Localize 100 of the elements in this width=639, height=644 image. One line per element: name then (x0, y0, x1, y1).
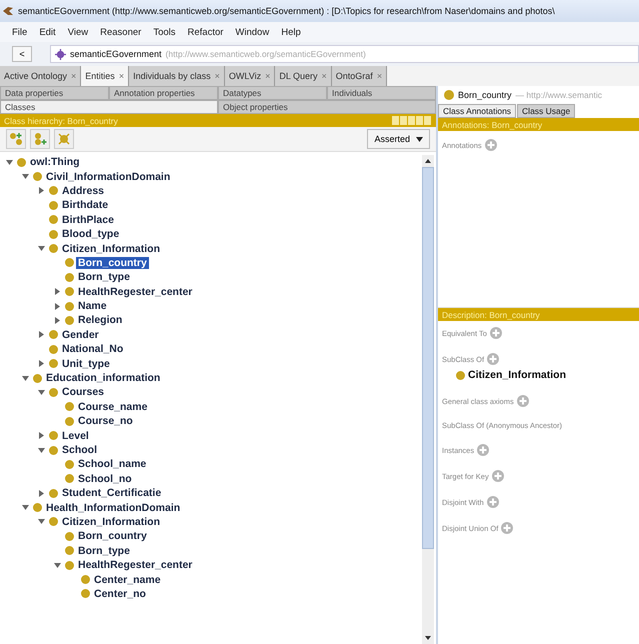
class-dot-icon (49, 200, 58, 210)
tree-item[interactable]: owl:Thing (28, 156, 82, 168)
class-dot-icon (65, 460, 74, 469)
tree-item[interactable]: Gender (60, 328, 101, 341)
tree-item[interactable]: School_name (76, 458, 148, 470)
expanded-arrow-icon[interactable] (38, 245, 45, 252)
tree-item[interactable]: Born_type (76, 544, 132, 557)
class-dot-icon (49, 488, 58, 498)
menu-item[interactable]: Tools (153, 26, 176, 38)
menu-item[interactable]: View (68, 26, 88, 38)
class-dot-icon (49, 446, 58, 454)
class-dot-icon (65, 316, 74, 325)
tree-item[interactable]: Student_Certificatie (60, 487, 164, 500)
entity-tab[interactable]: Object properties (218, 100, 436, 114)
expanded-arrow-icon[interactable] (38, 518, 45, 526)
ontology-address-field[interactable]: semanticEGovernment (http://www.semanticweb.org/semanticEGovernment) (50, 45, 639, 63)
tree-item[interactable]: Courses (60, 386, 106, 398)
menu-item[interactable]: Window (235, 26, 270, 38)
window-title: semanticEGovernment (http://www.semanticweb.org/semanticEGovernment) : [D:\Topics for research\from Naser\domains and photos\ (18, 6, 555, 16)
class-dot-icon (65, 302, 74, 311)
panel-header: Class hierarchy: Born_country (0, 114, 436, 127)
entity-tab[interactable]: Data properties (0, 86, 109, 100)
tree-item[interactable]: Civil_InformationDomain (44, 170, 172, 183)
class-dot-icon (65, 560, 74, 570)
tree-item[interactable]: School_no (76, 472, 134, 485)
class-dot-icon (81, 589, 90, 598)
tab[interactable]: Class Usage (517, 104, 576, 118)
entity-tab[interactable]: Annotation properties (109, 86, 218, 100)
class-dot-icon (456, 370, 465, 380)
entity-tab[interactable]: Individuals (327, 86, 436, 100)
tab[interactable]: OntoGraf × (332, 66, 388, 86)
tab[interactable]: DL Query × (275, 66, 332, 86)
tab[interactable]: OWLViz × (224, 66, 276, 86)
tree-item[interactable]: Citizen_Information (60, 516, 162, 528)
tree-item[interactable]: Level (60, 430, 91, 442)
tree-item[interactable]: Center_no (92, 588, 148, 600)
expanded-arrow-icon[interactable] (22, 173, 29, 180)
tab[interactable]: Class Annotations (438, 104, 516, 118)
tree-item[interactable]: Blood_type (60, 228, 122, 240)
menu-item[interactable]: Reasoner (100, 26, 142, 38)
class-dot-icon (65, 532, 74, 541)
superclass-item[interactable]: Citizen_Information (468, 369, 566, 381)
class-dot-icon (49, 517, 58, 526)
scrollbar[interactable] (422, 155, 434, 644)
expanded-arrow-icon[interactable] (22, 504, 29, 512)
tree-item[interactable]: HealthRegester_center (76, 559, 194, 572)
tree-item[interactable]: Name (76, 300, 109, 312)
tree-item[interactable]: Birthdate (60, 199, 110, 212)
collapsed-arrow-icon[interactable] (54, 288, 61, 296)
collapsed-arrow-icon[interactable] (54, 302, 61, 310)
tree-item[interactable]: Health_InformationDomain (44, 502, 182, 514)
collapsed-arrow-icon[interactable] (38, 432, 45, 440)
tab[interactable]: Active Ontology × (0, 66, 82, 86)
panel-header: Description: Born_country (438, 308, 639, 321)
tree-item[interactable]: Born_country (76, 530, 149, 542)
tree-item[interactable]: Education_information (44, 372, 162, 384)
class-dot-icon (49, 359, 58, 368)
collapsed-arrow-icon[interactable] (38, 490, 45, 497)
expanded-arrow-icon[interactable] (22, 374, 29, 382)
collapsed-arrow-icon[interactable] (38, 331, 45, 338)
class-dot-icon (49, 431, 58, 440)
tree-item[interactable]: Course_no (76, 415, 135, 428)
tree-item[interactable]: Center_name (92, 574, 163, 586)
expanded-arrow-icon[interactable] (6, 158, 13, 166)
collapsed-arrow-icon[interactable] (38, 187, 45, 194)
tree-item[interactable]: Born_type (76, 271, 132, 284)
back-button[interactable]: < (12, 46, 32, 62)
menu-item[interactable]: Edit (39, 26, 56, 38)
menu-item[interactable]: File (12, 26, 28, 38)
entity-tab[interactable]: Classes (0, 100, 218, 114)
tree-item[interactable]: School (60, 444, 100, 456)
entity-tab[interactable]: Datatypes (218, 86, 327, 100)
caret-icon (416, 136, 423, 142)
class-dot-icon (49, 186, 58, 196)
class-dot-icon (65, 287, 74, 296)
menu-item[interactable]: Refactor (188, 26, 224, 38)
entity-iri: — http://www.semantic (516, 90, 602, 100)
class-dot-icon (17, 158, 26, 167)
tree-item[interactable]: BirthPlace (60, 214, 116, 226)
tab[interactable]: Individuals by class × (129, 66, 225, 86)
expanded-arrow-icon[interactable] (38, 446, 45, 454)
menu-item[interactable]: Help (281, 26, 301, 38)
tree-item[interactable]: HealthRegester_center (76, 286, 194, 298)
tree-item[interactable]: Born_country (76, 256, 149, 269)
tree-item[interactable]: Relegion (76, 314, 124, 326)
tree-item[interactable]: Unit_type (60, 358, 112, 370)
class-dot-icon (65, 272, 74, 282)
expanded-arrow-icon[interactable] (54, 562, 61, 569)
add-sibling-icon[interactable] (30, 129, 50, 149)
collapsed-arrow-icon[interactable] (38, 360, 45, 368)
class-dot-icon (65, 546, 74, 556)
add-subclass-icon[interactable] (6, 129, 26, 149)
expanded-arrow-icon[interactable] (38, 388, 45, 396)
tree-item[interactable]: National_No (60, 343, 126, 356)
tree-item[interactable]: Address (60, 184, 106, 197)
tree-item[interactable]: Course_name (76, 400, 150, 413)
collapsed-arrow-icon[interactable] (54, 316, 61, 324)
tree-item[interactable]: Citizen_Information (60, 242, 162, 255)
mode-dropdown[interactable]: Asserted (367, 129, 430, 149)
class-dot-icon (33, 503, 42, 512)
